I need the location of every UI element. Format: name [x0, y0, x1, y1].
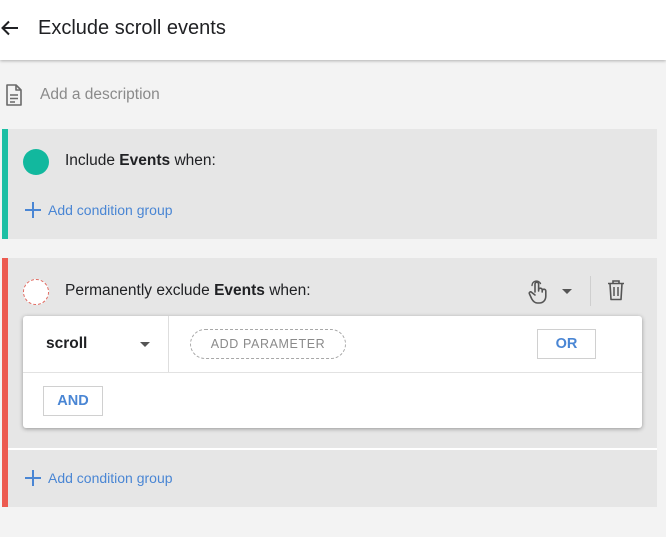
scope-dropdown-button[interactable]	[527, 278, 577, 306]
arrow-back-icon	[1, 20, 18, 36]
and-button[interactable]: AND	[43, 386, 103, 416]
event-name-select[interactable]: scroll	[23, 316, 169, 372]
description-row	[0, 80, 666, 110]
description-input[interactable]	[40, 84, 440, 106]
back-button[interactable]	[0, 14, 24, 42]
delete-button[interactable]	[606, 279, 628, 303]
include-add-condition-group-label: Add condition group	[48, 202, 173, 218]
toolbar-divider	[590, 276, 591, 306]
touch-hand-icon	[528, 280, 547, 304]
exclude-add-condition-group-button[interactable]: Add condition group	[24, 467, 173, 489]
event-name-value: scroll	[46, 335, 88, 352]
plus-icon	[25, 202, 41, 218]
exclude-heading-prefix: Permanently exclude	[65, 282, 210, 299]
exclude-status-icon	[23, 279, 49, 305]
trash-icon	[608, 280, 624, 301]
or-button[interactable]: OR	[537, 329, 596, 359]
include-heading-subject: Events	[119, 152, 171, 169]
exclude-heading: Permanently exclude Events when:	[65, 282, 311, 300]
include-heading: Include Events when:	[65, 152, 216, 170]
include-heading-suffix: when:	[174, 152, 216, 169]
exclude-card: Permanently exclude Events when: scroll …	[2, 258, 657, 507]
top-app-bar: Exclude scroll events	[0, 0, 666, 60]
exclude-add-condition-group-label: Add condition group	[48, 470, 173, 486]
add-parameter-button[interactable]: ADD PARAMETER	[190, 329, 346, 359]
exclude-heading-suffix: when:	[269, 282, 311, 299]
page-title: Exclude scroll events	[38, 17, 226, 39]
plus-icon	[25, 470, 41, 486]
include-card: Include Events when: Add condition group	[2, 129, 657, 239]
include-heading-prefix: Include	[65, 152, 115, 169]
group-separator	[8, 448, 657, 450]
caret-down-icon	[562, 289, 572, 294]
include-status-icon	[23, 149, 49, 175]
document-icon	[6, 84, 22, 106]
condition-box: scroll ADD PARAMETER OR AND	[23, 316, 642, 428]
include-add-condition-group-button[interactable]: Add condition group	[24, 199, 173, 221]
caret-down-icon	[140, 342, 150, 347]
exclude-heading-subject: Events	[214, 282, 265, 299]
condition-divider	[23, 372, 642, 373]
